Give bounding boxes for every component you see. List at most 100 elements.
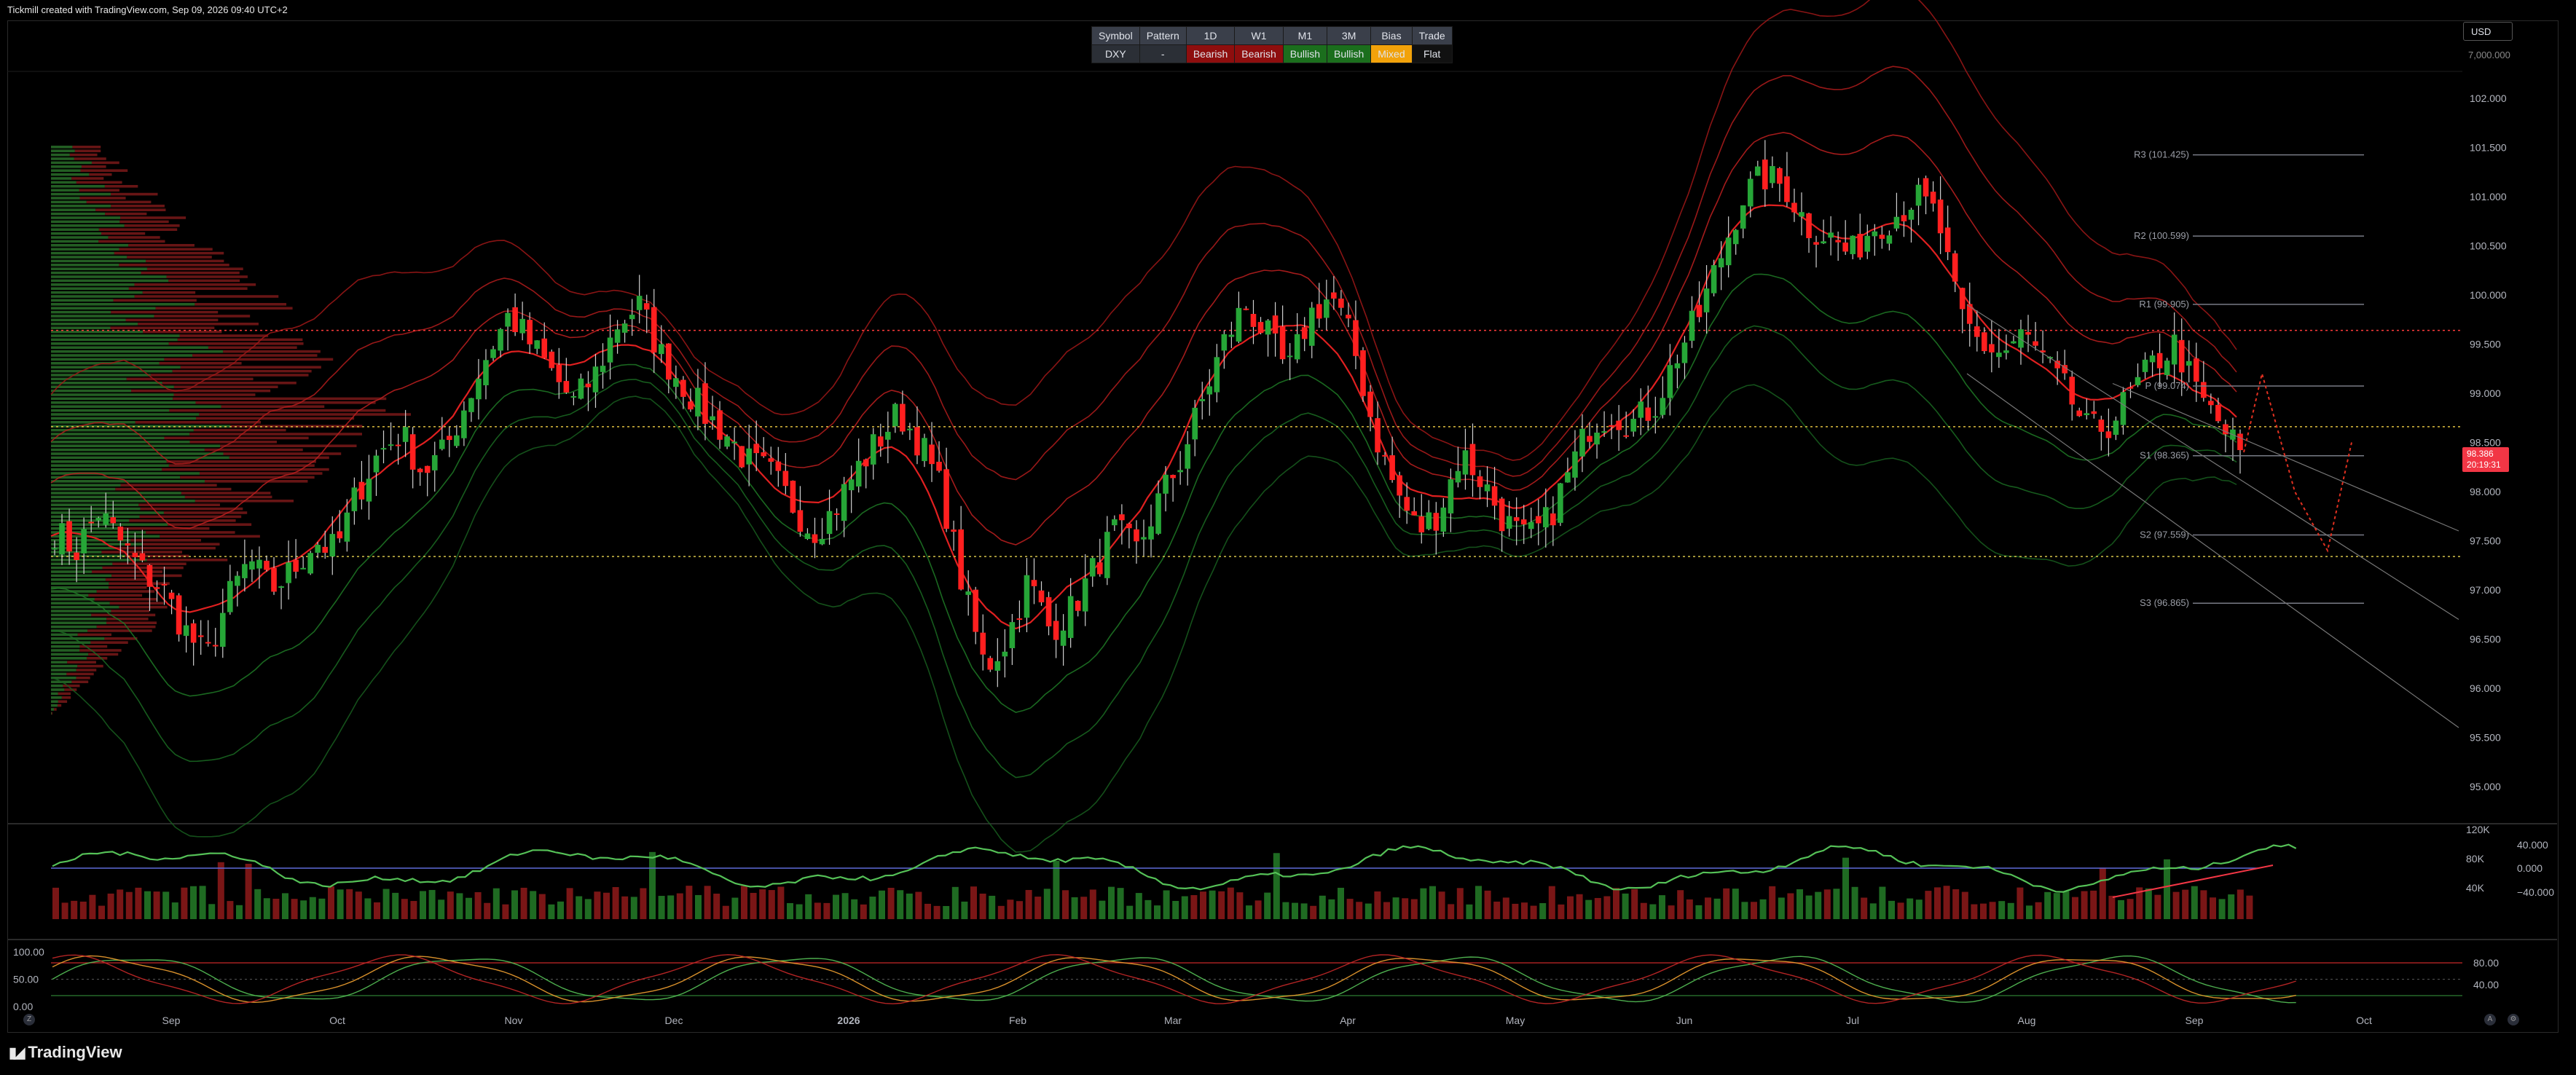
volume-bar xyxy=(2044,891,2051,919)
time-axis-label: Oct xyxy=(2356,1015,2372,1026)
volume-profile-bar xyxy=(51,641,91,644)
volume-bar xyxy=(1346,899,1354,919)
volume-bar xyxy=(750,892,757,919)
volume-profile-bar xyxy=(146,531,235,534)
volume-profile-bar xyxy=(119,605,168,609)
candle-body xyxy=(1265,320,1271,335)
volume-bar xyxy=(979,893,986,919)
volume-bar xyxy=(2191,886,2198,919)
volume-profile-bar xyxy=(142,543,220,546)
zoom-icon[interactable]: Z xyxy=(23,1014,35,1025)
volume-bar xyxy=(2017,887,2024,919)
volume-bar xyxy=(1034,897,1042,919)
candle-body xyxy=(337,531,343,539)
volume-profile-bar xyxy=(51,574,112,578)
candle-body xyxy=(1418,516,1425,532)
volume-profile-bar xyxy=(139,515,242,519)
currency-selector[interactable]: USD xyxy=(2463,22,2513,41)
volume-profile-bar xyxy=(146,259,224,263)
candle-body xyxy=(1338,298,1344,308)
tradingview-logo[interactable]: ▮◢ TradingView xyxy=(9,1043,122,1062)
volume-profile-bar xyxy=(127,256,212,259)
candle-body xyxy=(95,518,102,521)
candle-body xyxy=(1367,391,1373,417)
volume-bar xyxy=(208,904,216,919)
candle-body xyxy=(1681,342,1688,363)
volume-profile-bar xyxy=(106,618,149,621)
volume-bar xyxy=(1741,902,1748,919)
candle-body xyxy=(1221,334,1228,351)
candle-body xyxy=(468,398,474,412)
candle-body xyxy=(219,613,226,647)
volume-profile-bar xyxy=(87,629,152,632)
volume-profile-bar xyxy=(51,480,205,483)
candle-body xyxy=(863,459,869,467)
volume-bar xyxy=(282,893,288,919)
volume-profile-bar xyxy=(66,672,94,676)
volume-bar xyxy=(1567,896,1574,919)
candle-body xyxy=(826,511,833,535)
candle-body xyxy=(855,460,862,487)
volume-profile-bar xyxy=(223,350,321,353)
volume-profile-bar xyxy=(51,444,221,447)
candle-body xyxy=(1089,558,1096,577)
candle-body xyxy=(658,344,664,355)
settings-gear-icon[interactable]: ⚙ xyxy=(2508,1014,2519,1025)
volume-profile-bar xyxy=(128,287,248,290)
volume-profile-bar xyxy=(120,484,217,487)
candle-body xyxy=(2069,377,2076,405)
candle-body xyxy=(673,378,679,387)
moving-average-line xyxy=(50,204,2237,630)
volume-bar xyxy=(1998,901,2006,919)
volume-bar xyxy=(1502,897,1509,919)
volume-profile-bar xyxy=(51,197,80,200)
candle-body xyxy=(1952,253,1958,282)
volume-bar xyxy=(1218,891,1225,919)
volume-profile-bar xyxy=(51,436,165,440)
volume-bar xyxy=(1686,899,1693,919)
candle-body xyxy=(1031,580,1037,586)
volume-bar xyxy=(1585,899,1593,919)
chart-canvas[interactable]: R3 (101.425) R2 (100.599) R1 (99.905) P (99… xyxy=(0,0,2576,1075)
volume-profile-bar xyxy=(114,251,224,255)
volume-profile-bar xyxy=(72,146,101,149)
volume-bar xyxy=(392,892,399,919)
candle-body xyxy=(505,312,511,327)
candle-body xyxy=(1623,435,1629,437)
volume-profile-bar xyxy=(51,279,169,283)
volume-bar xyxy=(768,890,775,919)
volume-profile-bar xyxy=(51,224,125,227)
volume-profile-bar xyxy=(146,559,228,562)
volume-profile-bar xyxy=(51,157,74,160)
candle-body xyxy=(1513,517,1520,521)
volume-profile-bar xyxy=(180,476,315,479)
volume-bar xyxy=(1484,890,1491,919)
oscillator-axis-label: −40.000 xyxy=(2517,886,2554,898)
volume-bar xyxy=(1787,893,1794,919)
candle-body xyxy=(1360,350,1366,396)
candle-body xyxy=(900,403,906,432)
volume-bar xyxy=(2108,895,2116,919)
candle-body xyxy=(117,527,124,541)
candle-body xyxy=(322,546,329,553)
volume-profile-bar xyxy=(150,374,309,377)
envelope-band-line xyxy=(50,132,2237,546)
volume-profile-bar xyxy=(51,189,79,192)
candle-body xyxy=(66,521,72,552)
auto-scale-icon[interactable]: A xyxy=(2484,1014,2496,1025)
volume-bar xyxy=(2072,897,2078,919)
candle-body xyxy=(1923,178,1929,197)
volume-bar xyxy=(1980,903,1987,919)
bias-header-cell: Trade xyxy=(1411,26,1453,45)
volume-profile-bar xyxy=(113,299,197,302)
candle-body xyxy=(2120,392,2127,425)
volume-bar xyxy=(1907,898,1914,919)
candle-body xyxy=(1404,497,1410,511)
volume-bar xyxy=(61,902,68,919)
bias-value-cell: Bearish xyxy=(1185,44,1236,63)
candle-body xyxy=(1499,498,1505,532)
volume-profile-bar xyxy=(51,692,58,696)
volume-bar xyxy=(1429,886,1436,919)
volume-profile-bar xyxy=(177,338,303,342)
candle-body xyxy=(1060,630,1067,646)
